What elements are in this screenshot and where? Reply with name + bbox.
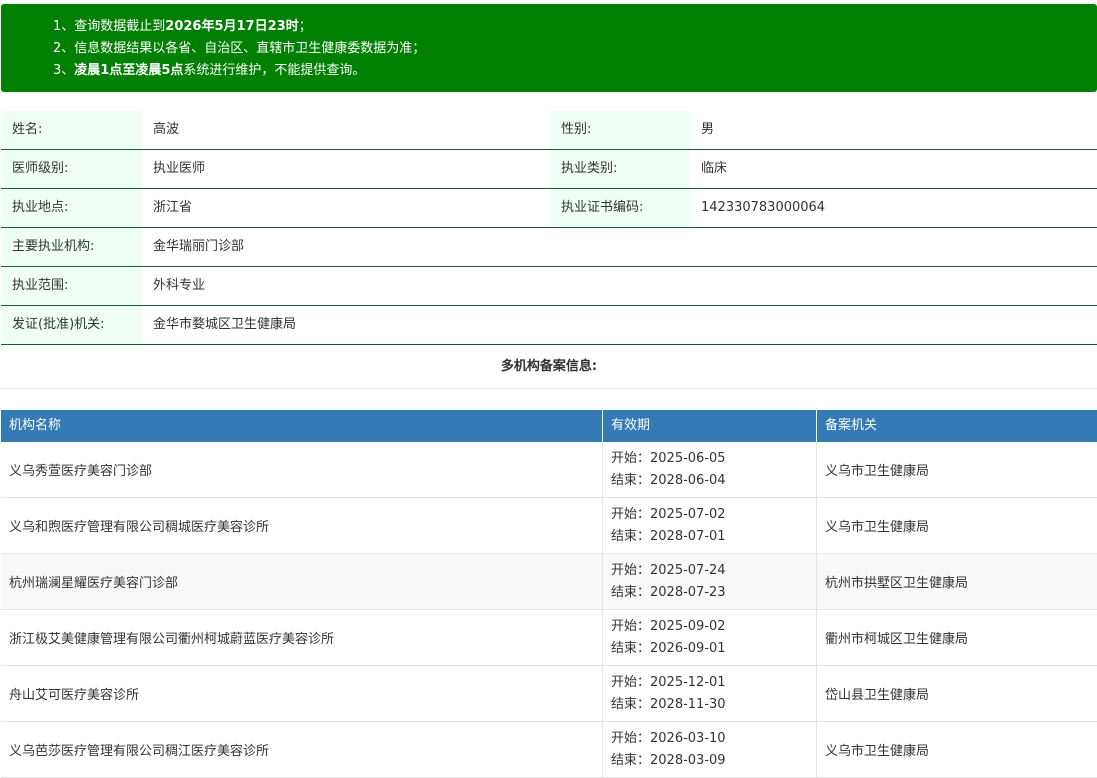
scope-label: 执业范围: bbox=[1, 267, 142, 305]
validity-start: 开始：2025-07-24 bbox=[611, 562, 726, 578]
institution-table: 机构名称 有效期 备案机关 义乌秀萱医疗美容门诊部 开始：2025-06-05 结… bbox=[1, 410, 1097, 778]
scope-value: 外科专业 bbox=[153, 278, 206, 293]
header-institution[interactable]: 机构名称 bbox=[1, 410, 603, 442]
validity-end: 结束：2028-07-23 bbox=[611, 584, 726, 600]
location-value: 浙江省 bbox=[153, 200, 193, 215]
notice-line-2: 2、信息数据结果以各省、自治区、直辖市卫生健康委数据为准； bbox=[53, 41, 426, 56]
institution-name: 杭州瑞澜星耀医疗美容门诊部 bbox=[1, 554, 603, 609]
cert-value: 142330783000064 bbox=[701, 200, 826, 215]
record-authority: 衢州市柯城区卫生健康局 bbox=[825, 632, 969, 647]
validity-start: 开始：2025-09-02 bbox=[611, 618, 726, 634]
info-row-scope: 执业范围: 外科专业 bbox=[1, 267, 1097, 306]
institution-name: 舟山艾可医疗美容诊所 bbox=[1, 666, 603, 721]
validity-end: 结束：2028-07-01 bbox=[611, 528, 726, 544]
table-row: 义乌芭莎医疗管理有限公司稠江医疗美容诊所 开始：2026-03-10 结束：202… bbox=[1, 722, 1097, 778]
header-validity[interactable]: 有效期 bbox=[603, 410, 817, 442]
info-row-level: 医师级别: 执业医师 执业类别: 临床 bbox=[1, 150, 1097, 189]
validity-start: 开始：2026-03-10 bbox=[611, 730, 726, 746]
validity-cell: 开始：2025-09-02 结束：2026-09-01 bbox=[603, 610, 817, 665]
record-authority: 岱山县卫生健康局 bbox=[825, 688, 930, 703]
level-value: 执业医师 bbox=[153, 161, 206, 176]
table-row: 舟山艾可医疗美容诊所 开始：2025-12-01 结束：2028-11-30 岱山… bbox=[1, 666, 1097, 722]
notice-banner: 1、查询数据截止到2026年5月17日23时； 2、信息数据结果以各省、自治区、… bbox=[1, 4, 1097, 92]
multi-institution-title: 多机构备案信息: bbox=[1, 346, 1097, 389]
info-row-authority: 发证(批准)机关: 金华市婺城区卫生健康局 bbox=[1, 306, 1097, 345]
notice-maintenance-time: 凌晨1点至凌晨5点 bbox=[74, 63, 184, 78]
table-row: 杭州瑞澜星耀医疗美容门诊部 开始：2025-07-24 结束：2028-07-23… bbox=[1, 554, 1097, 610]
record-authority: 义乌市卫生健康局 bbox=[825, 744, 930, 759]
validity-start: 开始：2025-12-01 bbox=[611, 674, 726, 690]
validity-cell: 开始：2025-06-05 结束：2028-06-04 bbox=[603, 442, 817, 497]
validity-end: 结束：2028-03-09 bbox=[611, 752, 726, 768]
institution-name: 义乌和煦医疗管理有限公司稠城医疗美容诊所 bbox=[1, 498, 603, 553]
record-authority: 义乌市卫生健康局 bbox=[825, 464, 930, 479]
validity-cell: 开始：2025-07-24 结束：2028-07-23 bbox=[603, 554, 817, 609]
authority-label: 发证(批准)机关: bbox=[1, 306, 142, 344]
validity-cell: 开始：2025-12-01 结束：2028-11-30 bbox=[603, 666, 817, 721]
validity-start: 开始：2025-06-05 bbox=[611, 450, 726, 466]
info-row-location: 执业地点: 浙江省 执业证书编码: 142330783000064 bbox=[1, 189, 1097, 228]
name-value: 高波 bbox=[153, 122, 180, 137]
info-row-name: 姓名: 高波 性别: 男 bbox=[1, 111, 1097, 150]
header-authority[interactable]: 备案机关 bbox=[817, 410, 1097, 442]
notice-date: 2026年5月17日23时 bbox=[165, 19, 299, 34]
location-label: 执业地点: bbox=[1, 189, 142, 227]
category-value: 临床 bbox=[701, 161, 728, 176]
org-value: 金华瑞丽门诊部 bbox=[153, 239, 245, 254]
table-row: 义乌秀萱医疗美容门诊部 开始：2025-06-05 结束：2028-06-04 义… bbox=[1, 442, 1097, 498]
level-label: 医师级别: bbox=[1, 150, 142, 188]
table-row: 义乌和煦医疗管理有限公司稠城医疗美容诊所 开始：2025-07-02 结束：202… bbox=[1, 498, 1097, 554]
notice-line-3: 3、凌晨1点至凌晨5点系统进行维护，不能提供查询。 bbox=[53, 63, 366, 78]
authority-value: 金华市婺城区卫生健康局 bbox=[153, 317, 297, 332]
record-authority: 杭州市拱墅区卫生健康局 bbox=[825, 576, 969, 591]
institution-name: 义乌芭莎医疗管理有限公司稠江医疗美容诊所 bbox=[1, 722, 603, 777]
cert-label: 执业证书编码: bbox=[550, 189, 690, 227]
validity-cell: 开始：2025-07-02 结束：2028-07-01 bbox=[603, 498, 817, 553]
notice-line-1: 1、查询数据截止到2026年5月17日23时； bbox=[53, 19, 312, 34]
validity-end: 结束：2026-09-01 bbox=[611, 640, 726, 656]
gender-label: 性别: bbox=[550, 111, 690, 149]
name-label: 姓名: bbox=[1, 111, 142, 149]
institution-name: 浙江极艾美健康管理有限公司衢州柯城蔚蓝医疗美容诊所 bbox=[1, 610, 603, 665]
validity-end: 结束：2028-06-04 bbox=[611, 472, 726, 488]
validity-cell: 开始：2026-03-10 结束：2028-03-09 bbox=[603, 722, 817, 777]
info-row-org: 主要执业机构: 金华瑞丽门诊部 bbox=[1, 228, 1097, 267]
institution-name: 义乌秀萱医疗美容门诊部 bbox=[1, 442, 603, 497]
gender-value: 男 bbox=[701, 122, 715, 137]
validity-start: 开始：2025-07-02 bbox=[611, 506, 726, 522]
org-label: 主要执业机构: bbox=[1, 228, 142, 266]
table-row: 浙江极艾美健康管理有限公司衢州柯城蔚蓝医疗美容诊所 开始：2025-09-02 结… bbox=[1, 610, 1097, 666]
validity-end: 结束：2028-11-30 bbox=[611, 696, 726, 712]
category-label: 执业类别: bbox=[550, 150, 690, 188]
doctor-info-table: 姓名: 高波 性别: 男 医师级别: 执业医师 执业类别: 临床 执业地点: 浙… bbox=[1, 111, 1097, 345]
table-header: 机构名称 有效期 备案机关 bbox=[1, 410, 1097, 442]
record-authority: 义乌市卫生健康局 bbox=[825, 520, 930, 535]
